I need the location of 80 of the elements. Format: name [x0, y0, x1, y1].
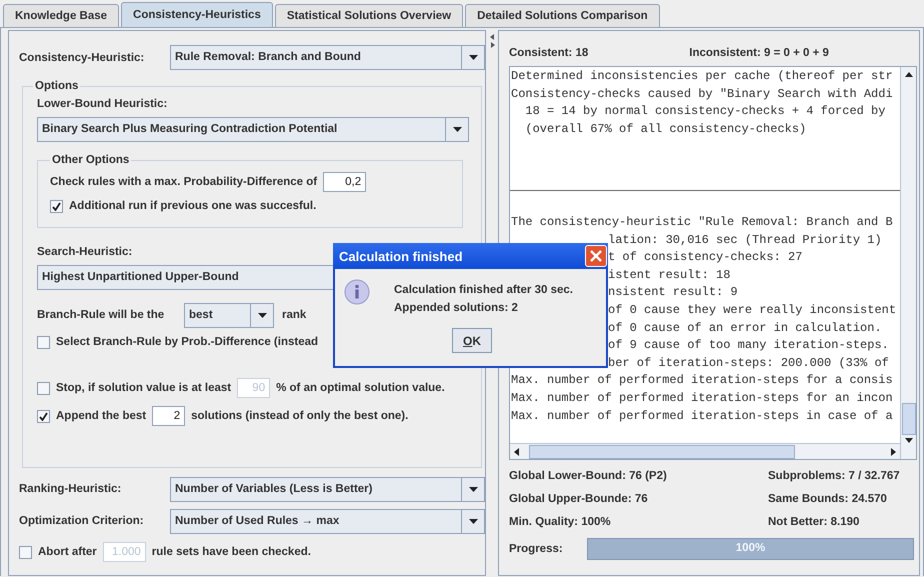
ok-button[interactable]: OK [452, 328, 492, 353]
dialog-message: Appended solutions: 2 [394, 302, 519, 314]
left-arrow-icon[interactable] [514, 448, 519, 456]
scrollbar-thumb[interactable] [529, 444, 795, 458]
tab[interactable]: Knowledge Base [3, 4, 120, 27]
checkbox-label: Append the best [56, 410, 146, 422]
log-line: Consistency-checks caused by "Binary Search with Addi [511, 86, 893, 103]
close-icon [590, 250, 602, 262]
log-line: (overall 67% of all consistency-checks) [524, 120, 806, 138]
stat-text: Min. Quality: 100% [509, 515, 612, 529]
stat-text: Same Bounds: 24.570 [768, 492, 888, 506]
checkbox[interactable] [37, 336, 50, 348]
checkbox-label: Additional run if previous one was succesful. [69, 200, 316, 212]
log-line: ber of iteration-steps: 200.000 (33% of [608, 354, 889, 372]
dropdown[interactable]: best [184, 302, 274, 328]
dialog-title: Calculation finished [339, 248, 463, 264]
checkbox[interactable] [37, 382, 50, 394]
info-icon [344, 279, 370, 305]
field-label: Consistency-Heuristic: [19, 52, 146, 64]
number-field[interactable]: 0,2 [323, 172, 366, 192]
checkbox-label: Stop, if solution value is at least [56, 382, 232, 394]
field-label: % of an optimal solution value. [276, 382, 445, 394]
scrollbar-thumb[interactable] [902, 403, 916, 435]
field-label: Search-Heuristic: [37, 246, 132, 258]
field-label: Ranking-Heuristic: [19, 483, 122, 495]
dropdown[interactable]: Number of Used Rules → max [170, 508, 486, 534]
checkbox-label: Select Branch-Rule by Prob.-Difference (instead [56, 336, 318, 348]
right-arrow-icon[interactable] [891, 448, 896, 456]
up-arrow-icon[interactable] [904, 72, 912, 77]
log-line: Max. number of performed iteration-steps for an incon [511, 390, 893, 407]
checkbox[interactable] [37, 410, 50, 422]
group-title: Options [34, 80, 80, 92]
splitter-arrows-icon[interactable] [490, 34, 495, 48]
inconsistent-count: Inconsistent: 9 = 0 + 0 + 9 [689, 47, 829, 59]
field-label: Check rules with a max. Probability-Difference of [50, 176, 318, 188]
caret-icon [468, 55, 478, 60]
log-line: of 0 cause they were really inconsistent [608, 302, 896, 319]
log-line: Determined inconsistencies per cache (thereof per str [511, 68, 893, 85]
log-line: of 9 cause of too many iteration-steps. [608, 337, 889, 354]
dropdown[interactable]: Binary Search Plus Measuring Contradiction Potential [37, 117, 469, 142]
field-label: Branch-Rule will be the [37, 309, 166, 321]
caret-icon [258, 312, 266, 318]
vertical-scrollbar[interactable] [900, 67, 916, 459]
stat-text: Not Better: 8.190 [768, 515, 860, 529]
log-line: lation: 30,016 sec (Thread Priority 1) [608, 232, 882, 249]
field-label: rank [282, 309, 306, 321]
number-field[interactable]: 2 [152, 406, 186, 426]
field-label: Optimization Criterion: [19, 515, 145, 527]
log-line: Max. number of performed iteration-steps in case of a [511, 408, 893, 425]
progress-text: 100% [736, 542, 766, 554]
log-line: t of consistency-checks: 27 [608, 249, 802, 266]
caret-icon [468, 518, 478, 524]
dropdown[interactable]: Number of Variables (Less is Better) [170, 476, 486, 502]
stat-text: Global Lower-Bound: 76 (P2) [509, 469, 668, 483]
tab[interactable]: Detailed Solutions Comparison [465, 4, 660, 27]
field-label: Lower-Bound Heuristic: [37, 98, 168, 110]
group-title: Other Options [51, 154, 130, 166]
close-button[interactable] [585, 245, 607, 267]
log-line: The consistency-heuristic "Rule Removal: Branch and B [511, 214, 893, 231]
caret-icon [468, 486, 478, 492]
log-line: of 0 cause of an error in calculation. [608, 320, 882, 337]
stat-text: Subproblems: 7 / 32.767 [768, 469, 901, 483]
tab[interactable]: Consistency-Heuristics [121, 2, 273, 27]
horizontal-scrollbar[interactable] [510, 443, 900, 459]
log-line: nsistent result: 9 [608, 284, 738, 302]
checkbox[interactable] [50, 200, 63, 212]
log-line: istent result: 18 [608, 266, 730, 284]
progress-label: Progress: [509, 543, 564, 555]
caret-icon [452, 127, 462, 132]
log-line: 18 = 14 by normal consistency-checks + 4 forced by [524, 103, 886, 120]
down-arrow-icon[interactable] [904, 438, 912, 443]
tab[interactable]: Statistical Solutions Overview [274, 4, 464, 27]
checkbox[interactable] [19, 546, 32, 558]
stat-text: Global Upper-Bounde: 76 [509, 492, 649, 506]
consistent-count: Consistent: 18 [509, 47, 588, 59]
field-label: solutions (instead of only the best one). [191, 410, 408, 422]
dropdown[interactable]: Rule Removal: Branch and Bound [170, 45, 486, 70]
log-line: Max. number of performed iteration-steps for a consis [511, 372, 893, 390]
field-label: rule sets have been checked. [152, 546, 311, 558]
checkbox-label: Abort after [38, 546, 97, 558]
